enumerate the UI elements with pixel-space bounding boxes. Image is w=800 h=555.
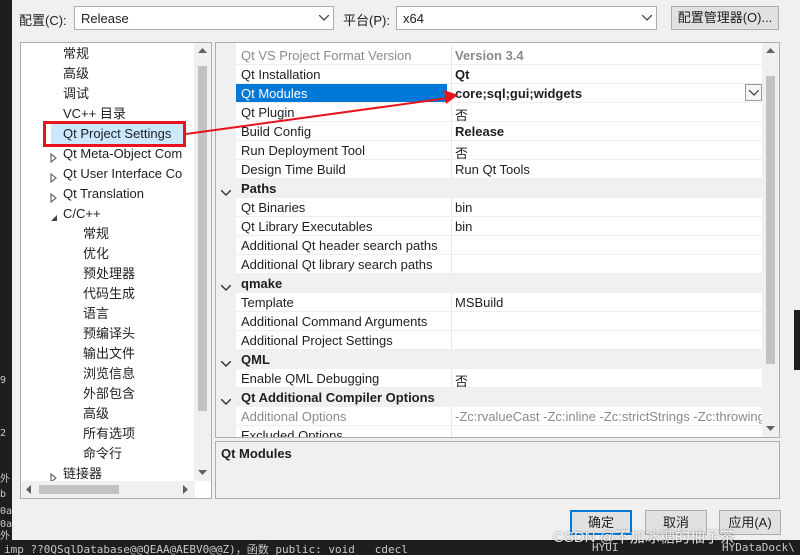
description-title: Qt Modules — [221, 446, 292, 461]
watermark-text: CSDN @不加冰糖的柚子茶 — [553, 529, 735, 546]
description-panel: Qt Modules — [215, 441, 780, 499]
